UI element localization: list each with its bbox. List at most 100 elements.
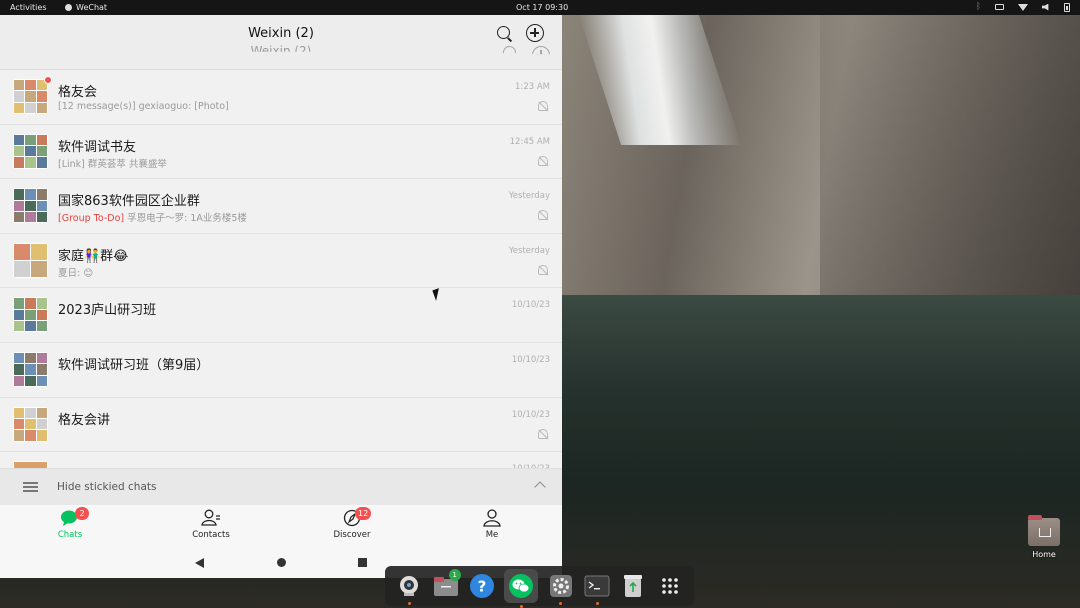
wallpaper-rock [820,15,1080,315]
bluetooth-icon: ᛒ [975,2,981,12]
wallpaper-waterfall [578,15,742,145]
chat-row[interactable]: 国家863软件园区企业群 [Group To-Do] 孚恩电子～罗: 1A业务楼5… [0,179,562,234]
app-menu[interactable]: WeChat [65,3,107,12]
home-circle-icon[interactable] [277,558,286,567]
activities-button[interactable]: Activities [10,3,47,12]
chat-preview: [Link] 群英荟萃 共襄盛举 [58,156,167,170]
svg-text:?: ? [478,578,487,596]
chat-avatar [13,79,48,114]
wechat-app-icon [65,4,72,11]
chat-time: 10/10/23 [511,354,550,365]
person-icon [482,509,502,527]
wifi-icon [1018,3,1028,11]
chat-preview-text: 孚恩电子～罗: 1A业务楼5楼 [124,213,247,225]
dock: 1 ? [385,566,694,608]
chat-time: Yesterday [508,245,550,256]
dock-files[interactable]: 1 [432,569,461,600]
chat-name: 家庭👫群😂 [58,248,129,264]
chat-preview-text: [Link] 群英荟萃 共襄盛举 [58,158,167,170]
system-top-bar: Activities WeChat Oct 17 09:30 ᛒ [0,0,1080,15]
clock[interactable]: Oct 17 09:30 [516,3,568,12]
chat-time: 12:45 AM [509,136,550,147]
back-icon[interactable] [195,558,204,568]
chat-preview: 夏日: 😊 [58,265,93,279]
chat-name: 2023庐山研习班 [58,303,157,319]
mute-bell-icon [538,155,548,166]
chat-preview-text: 夏日: 😊 [58,267,94,279]
mute-bell-icon [538,428,548,439]
chats-unread-badge: 2 [75,507,89,520]
window-title-shadow: Weixin (2) [250,44,312,58]
settings-gear-icon [549,575,572,597]
chat-avatar [13,461,48,468]
home-folder-label: Home [1032,550,1056,559]
chat-preview: [12 message(s)] gexiaoguo: [Photo] [58,101,229,112]
chat-avatar [13,242,48,278]
chat-row[interactable]: 格友会讲 10/10/23 [0,398,562,453]
recents-square-icon[interactable] [358,558,367,567]
dock-webcam[interactable] [395,572,423,605]
keyboard-icon [995,4,1004,10]
chevron-up-icon[interactable] [534,481,546,493]
dock-app-grid[interactable] [656,572,684,600]
search-icon[interactable] [496,25,514,43]
add-icon-shadow [532,46,550,55]
chat-preview: [Group To-Do] 孚恩电子～罗: 1A业务楼5楼 [58,210,247,224]
tab-chats[interactable]: Chats 2 [30,507,110,540]
tab-chats-label: Chats [57,530,83,540]
tab-discover-label: Discover [333,530,371,540]
tab-me[interactable]: Me [452,509,532,540]
contacts-icon [201,509,221,527]
chat-list[interactable]: 格友会 [12 message(s)] gexiaoguo: [Photo] 1:2… [0,70,562,468]
chat-time: 10/10/23 [511,409,550,420]
chat-time: Yesterday [508,191,550,202]
chat-row[interactable]: ...10/10/23 [0,452,562,468]
chat-name: 软件调试研习班（第9届） [58,357,210,373]
app-grid-icon [662,578,678,594]
terminal-icon [584,575,610,597]
tab-contacts-label: Contacts [192,530,230,540]
tab-discover[interactable]: Discover 12 [312,507,392,540]
dock-wechat[interactable] [504,569,539,608]
list-icon [23,482,38,492]
battery-icon [1064,2,1070,12]
system-tray[interactable]: ᛒ [976,2,1070,12]
bottom-tab-bar: Chats 2 Contacts Discover 12 Me [0,505,562,547]
dock-trash[interactable] [619,572,647,600]
chat-preview-text: [12 message(s)] gexiaoguo: [Photo] [58,101,229,112]
chat-avatar [13,351,48,387]
chat-name: 格友会 [58,85,98,100]
chat-avatar [13,133,48,169]
add-icon[interactable] [526,24,544,42]
tab-me-label: Me [485,530,499,540]
chat-row[interactable]: 软件调试书友 [Link] 群英荟萃 共襄盛举 12:45 AM [0,125,562,180]
window-title: Weixin (2) [248,26,314,41]
hide-stickied-label: Hide stickied chats [57,481,157,493]
chat-avatar [13,406,48,442]
chat-time: 10/10/23 [511,300,550,311]
tab-contacts[interactable]: Contacts [171,509,251,540]
mute-bell-icon [538,101,548,111]
chat-row[interactable]: 格友会 [12 message(s)] gexiaoguo: [Photo] 1:2… [0,70,562,125]
chat-avatar [13,297,48,333]
chat-name: 国家863软件园区企业群 [58,194,200,210]
chat-row[interactable]: 2023庐山研习班 10/10/23 [0,288,562,343]
discover-badge: 12 [355,507,372,520]
mute-bell-icon [538,210,548,221]
chat-row[interactable]: 软件调试研习班（第9届） 10/10/23 [0,343,562,398]
help-icon: ? [469,574,494,598]
files-badge: 1 [448,569,461,581]
dock-terminal[interactable] [583,572,611,605]
trash-icon [624,575,643,597]
chat-avatar [13,188,48,224]
wechat-icon [509,574,534,598]
dock-help[interactable]: ? [468,572,496,600]
group-todo-tag: [Group To-Do] [58,213,125,225]
chat-time: 1:23 AM [515,82,550,92]
desktop-home-folder[interactable]: Home [1027,515,1061,568]
hide-stickied-bar[interactable]: Hide stickied chats [0,468,562,505]
chat-row[interactable]: 家庭👫群😂 夏日: 😊 Yesterday [0,234,562,289]
chat-name: 格友会讲 [58,412,111,428]
dock-settings[interactable] [547,572,575,605]
chat-name: 软件调试书友 [58,139,137,155]
